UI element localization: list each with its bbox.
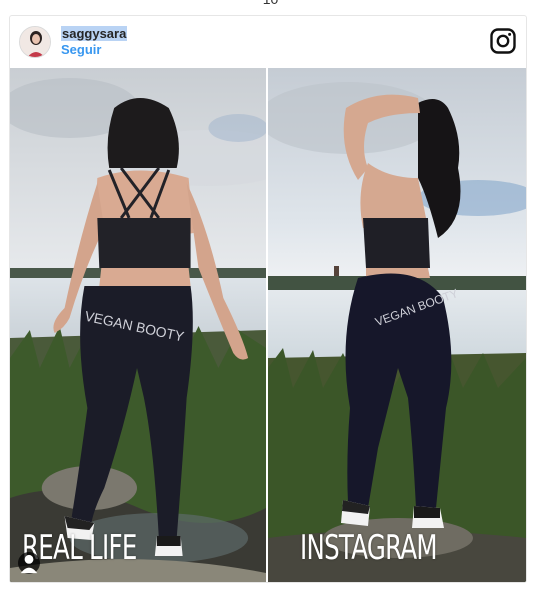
- post-header: saggysara Seguir: [10, 16, 526, 68]
- follow-link[interactable]: Seguir: [61, 42, 101, 57]
- caption-instagram: INSTAGRAM: [300, 528, 438, 568]
- username-link[interactable]: saggysara: [61, 26, 128, 41]
- instagram-icon[interactable]: [490, 28, 516, 54]
- avatar[interactable]: [19, 26, 51, 58]
- user-tag-icon[interactable]: [18, 552, 40, 574]
- page-top-fragment: 10: [0, 0, 541, 7]
- instagram-embed-card: saggysara Seguir VEGAN BOOTY REAL LIFE V…: [9, 15, 527, 583]
- photo-right-instagram: VEGAN BOOTY INSTAGRAM: [268, 68, 526, 582]
- post-photo[interactable]: VEGAN BOOTY REAL LIFE VEGAN BOOTY INSTAG…: [10, 68, 526, 582]
- photo-left-real-life: VEGAN BOOTY REAL LIFE: [10, 68, 268, 582]
